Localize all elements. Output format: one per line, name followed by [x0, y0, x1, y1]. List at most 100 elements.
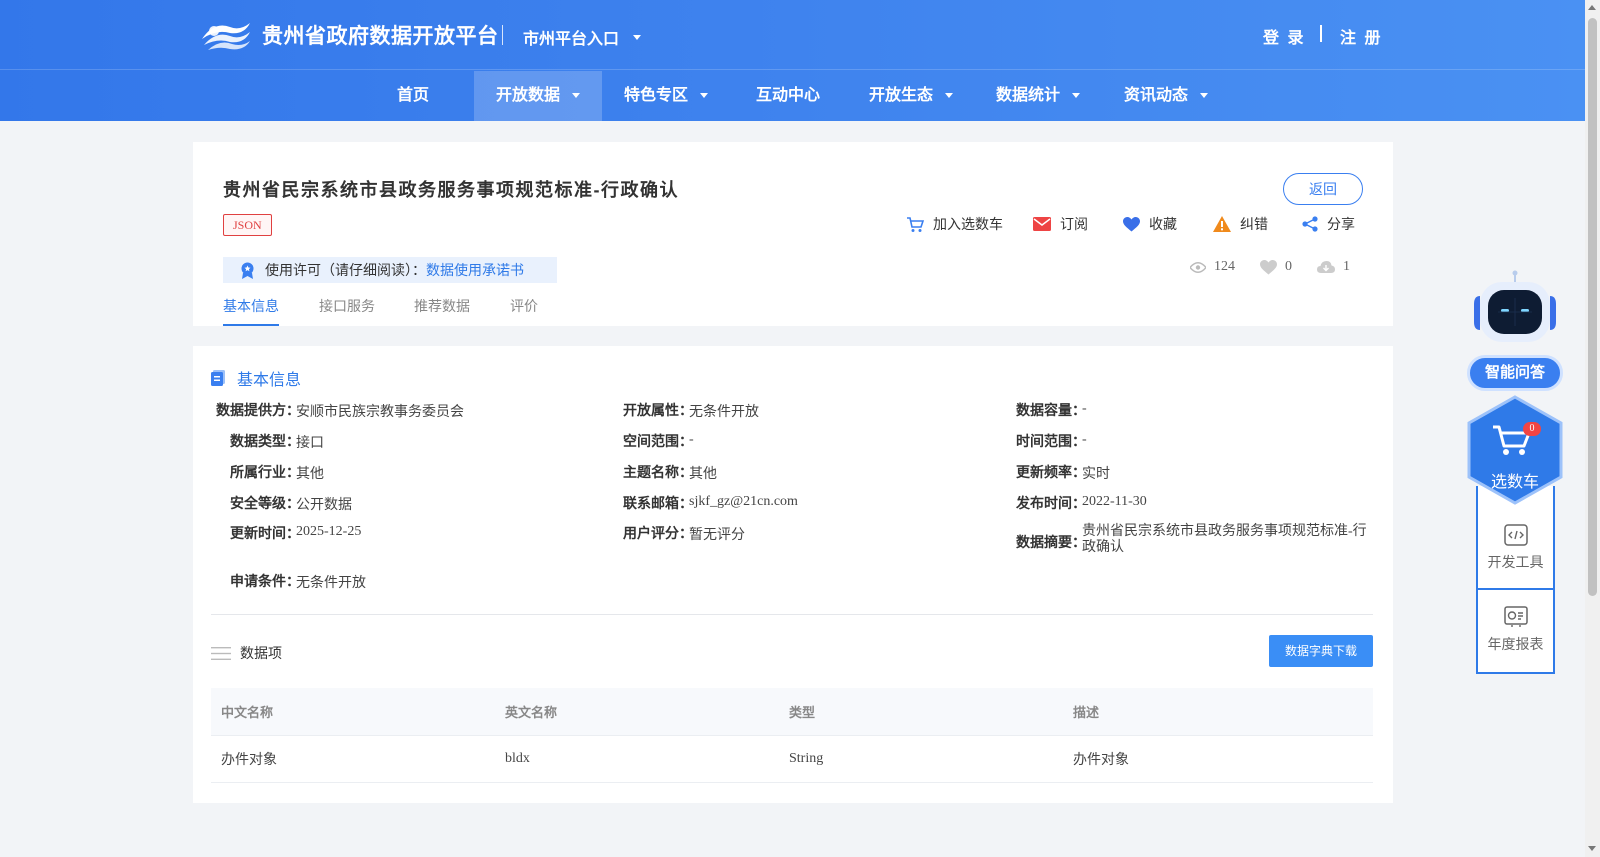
mail-icon [1033, 217, 1051, 231]
theme-label: 主题名称： [623, 464, 693, 480]
cart-label: 选数车 [1490, 474, 1539, 491]
nav-item-label: 开放生态 [868, 87, 933, 104]
cloud-download-icon [1317, 261, 1335, 273]
main-nav: 首页 开放数据 特色专区 互动中心 开放生态 数据统计 资讯动态 [0, 71, 1585, 121]
column-header: 英文名称 [505, 705, 558, 720]
eye-icon [1190, 261, 1206, 273]
scroll-up-icon[interactable] [1588, 5, 1596, 10]
rating-value: 暂无评分 [689, 528, 745, 543]
side-toolbar: 开发工具 年度报表 [1476, 486, 1555, 674]
award-ribbon-icon [241, 262, 254, 279]
back-button[interactable]: 返回 [1283, 173, 1363, 205]
favorite-button[interactable]: 收藏 [1123, 214, 1177, 234]
tab-recommended-data[interactable]: 推荐数据 [414, 296, 470, 316]
subscribe-label: 订阅 [1060, 216, 1088, 232]
nav-item-news[interactable]: 资讯动态 [1113, 71, 1219, 121]
robot-assistant-icon[interactable] [1468, 270, 1562, 352]
column-header: 描述 [1073, 705, 1100, 720]
dev-tools-button[interactable]: 开发工具 [1478, 524, 1553, 604]
top-bar: 贵州省政府数据开放平台 市州平台入口 登 录 注 册 [0, 0, 1585, 70]
data-type-value: 接口 [296, 436, 324, 451]
tab-rating[interactable]: 评价 [510, 296, 538, 316]
city-entry-label: 市州平台入口 [523, 31, 620, 48]
report-error-button[interactable]: 纠错 [1213, 214, 1268, 234]
page-scrollbar[interactable] [1585, 0, 1600, 857]
list-icon [211, 646, 231, 660]
data-items-header: 数据项 [211, 643, 282, 663]
platform-logo[interactable] [200, 17, 252, 51]
capacity-value: - [1082, 401, 1087, 416]
open-attr-label: 开放属性： [623, 402, 693, 418]
scroll-down-icon[interactable] [1588, 846, 1596, 851]
nav-item-label: 首页 [396, 87, 429, 104]
license-agreement-link[interactable]: 数据使用承诺书 [426, 260, 524, 280]
industry-label: 所属行业： [230, 464, 300, 480]
share-label: 分享 [1327, 216, 1355, 232]
login-link[interactable]: 登 录 [1263, 24, 1305, 48]
column-header: 类型 [789, 705, 816, 720]
dictionary-download-button[interactable]: 数据字典下载 [1269, 635, 1373, 667]
views-value: 124 [1214, 259, 1235, 274]
heart-icon [1123, 216, 1140, 231]
capacity-label: 数据容量： [1016, 402, 1086, 418]
theme-value: 其他 [689, 467, 717, 482]
open-attr-value: 无条件开放 [689, 405, 759, 420]
summary-label: 数据摘要： [1016, 534, 1086, 550]
add-to-cart-button[interactable]: 加入选数车 [906, 214, 1003, 234]
frequency-label: 更新频率： [1016, 464, 1086, 480]
frequency-value: 实时 [1082, 467, 1110, 482]
register-link[interactable]: 注 册 [1340, 24, 1382, 48]
report-icon [1503, 606, 1528, 627]
nav-item-statistics[interactable]: 数据统计 [985, 71, 1091, 121]
provider-label: 数据提供方： [216, 402, 300, 418]
nav-item-label: 数据统计 [995, 87, 1060, 104]
tab-basic-info[interactable]: 基本信息 [223, 296, 279, 316]
scroll-thumb[interactable] [1588, 18, 1597, 596]
tab-api-service[interactable]: 接口服务 [319, 296, 375, 316]
auth-divider [1320, 25, 1322, 42]
format-tag: JSON [223, 214, 272, 236]
likes-count: 0 [1260, 259, 1292, 275]
security-label: 安全等级： [230, 495, 300, 511]
table-cell: bldx [505, 751, 530, 766]
dev-tools-label: 开发工具 [1487, 554, 1544, 570]
chevron-down-icon [633, 34, 642, 40]
security-value: 公开数据 [296, 498, 352, 513]
share-icon [1302, 216, 1318, 232]
data-items-title: 数据项 [240, 645, 282, 661]
cart-icon [907, 216, 924, 232]
table-cell: String [789, 751, 824, 766]
basic-info-title: 基本信息 [237, 372, 302, 389]
annual-report-button[interactable]: 年度报表 [1478, 606, 1553, 686]
nav-item-open-data[interactable]: 开放数据 [474, 71, 602, 121]
table-cell: 办件对象 [1073, 753, 1129, 768]
likes-value: 0 [1285, 259, 1292, 274]
publish-time-label: 发布时间： [1016, 495, 1086, 511]
chevron-down-icon [1200, 93, 1208, 99]
share-button[interactable]: 分享 [1302, 214, 1355, 234]
smart-qa-button[interactable]: 智能问答 [1467, 355, 1563, 391]
nav-item-ecosystem[interactable]: 开放生态 [858, 71, 964, 121]
license-label: 使用许可（请仔细阅读）： [265, 262, 426, 278]
nav-item-interaction[interactable]: 互动中心 [740, 71, 836, 121]
data-type-label: 数据类型： [230, 433, 300, 449]
nav-item-home[interactable]: 首页 [374, 71, 452, 121]
email-label: 联系邮箱： [623, 495, 693, 511]
spatial-label: 空间范围： [623, 433, 693, 449]
email-value: sjkf_gz@21cn.com [689, 494, 798, 509]
dataset-title: 贵州省民宗系统市县政务服务事项规范标准-行政确认 [223, 180, 679, 200]
nav-item-special-zone[interactable]: 特色专区 [602, 71, 730, 121]
downloads-value: 1 [1343, 259, 1350, 274]
favorite-label: 收藏 [1149, 216, 1177, 232]
provider-value: 安顺市民族宗教事务委员会 [296, 405, 464, 420]
dataset-header-card: 贵州省民宗系统市县政务服务事项规范标准-行政确认 JSON 返回 加入选数车 订… [193, 142, 1393, 326]
city-platform-dropdown[interactable]: 市州平台入口 [523, 25, 642, 49]
site-title[interactable]: 贵州省政府数据开放平台 [262, 20, 499, 50]
heart-outline-icon [1260, 259, 1277, 274]
update-time-label: 更新时间： [230, 525, 300, 541]
cart-count-badge: 0 [1523, 422, 1541, 436]
data-items-table-header: 中文名称 英文名称 类型 描述 [211, 688, 1373, 736]
nav-item-label: 互动中心 [755, 87, 820, 104]
subscribe-button[interactable]: 订阅 [1033, 214, 1088, 234]
table-cell: 办件对象 [221, 753, 277, 768]
